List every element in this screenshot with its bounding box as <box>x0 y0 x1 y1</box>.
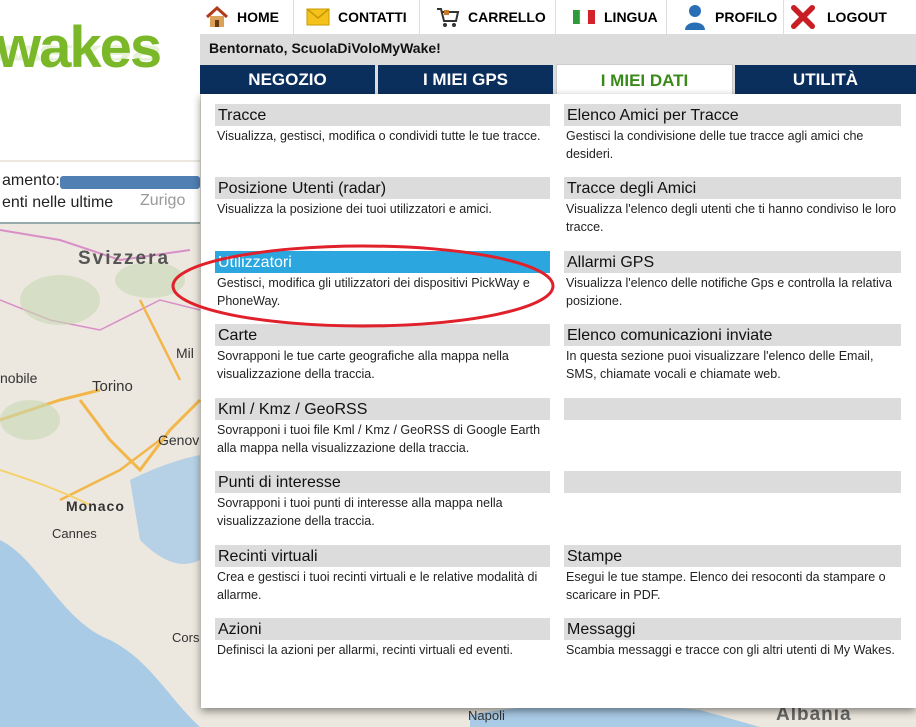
menu-item-azioni[interactable]: Azioni Definisci la azioni per allarmi, … <box>215 618 550 659</box>
nav-profilo-label: PROFILO <box>715 9 778 25</box>
map-label-monaco: Monaco <box>66 498 125 514</box>
nav-contatti-label: CONTATTI <box>338 9 407 25</box>
menu-item-elenco-amici[interactable]: Elenco Amici per Tracce Gestisci la cond… <box>564 104 901 163</box>
menu-item-title[interactable]: Stampe <box>564 545 901 567</box>
menu-item-stampe[interactable]: Stampe Esegui le tue stampe. Elenco dei … <box>564 545 901 604</box>
menu-item-desc: Gestisci la condivisione delle tue tracc… <box>566 129 864 161</box>
menu-item-desc: Definisci la azioni per allarmi, recinti… <box>217 643 513 657</box>
menu-item-desc: Scambia messaggi e tracce con gli altri … <box>566 643 895 657</box>
map-label-grenoble: nobile <box>0 370 38 386</box>
menu-item-title[interactable]: Elenco Amici per Tracce <box>564 104 901 126</box>
menu-item-tracce[interactable]: Tracce Visualizza, gestisci, modifica o … <box>215 104 550 145</box>
menu-item-desc: Visualizza l'elenco delle notifiche Gps … <box>566 276 892 308</box>
menu-item-desc: Visualizza, gestisci, modifica o condivi… <box>217 129 541 143</box>
menu-item-punti-interesse[interactable]: Punti di interesse Sovrapponi i tuoi pun… <box>215 471 550 530</box>
logo-reflection: wakes <box>0 39 161 72</box>
menu-item-title[interactable]: Utilizzatori <box>215 251 550 273</box>
envelope-icon <box>306 5 330 29</box>
nav-logout-label: LOGOUT <box>827 9 887 25</box>
menu-item-recinti-virtuali[interactable]: Recinti virtuali Crea e gestisci i tuoi … <box>215 545 550 604</box>
menu-item-desc: In questa sezione puoi visualizzare l'el… <box>566 349 874 381</box>
menu-item-desc: Gestisci, modifica gli utilizzatori dei … <box>217 276 530 308</box>
menu-item-messaggi[interactable]: Messaggi Scambia messaggi e tracce con g… <box>564 618 901 659</box>
nav-lingua[interactable]: LINGUA <box>555 0 682 34</box>
nav-lingua-label: LINGUA <box>604 9 658 25</box>
cart-icon <box>436 5 460 29</box>
menu-item-title[interactable]: Tracce degli Amici <box>564 177 901 199</box>
menu-item-desc: Visualizza la posizione dei tuoi utilizz… <box>217 202 492 216</box>
welcome-bar: Bentornato, ScuolaDiVoloMyWake! <box>200 34 916 64</box>
map-label-cannes: Cannes <box>52 526 97 541</box>
nav-carrello[interactable]: CARRELLO <box>419 0 571 34</box>
map-label-torino: Torino <box>92 378 133 395</box>
menu-item-utilizzatori[interactable]: Utilizzatori Gestisci, modifica gli util… <box>215 251 550 310</box>
tracking-label: amento: <box>2 172 60 189</box>
menu-item-title[interactable]: Recinti virtuali <box>215 545 550 567</box>
welcome-message: Bentornato, ScuolaDiVoloMyWake! <box>209 40 441 56</box>
menu-item-empty <box>564 471 901 493</box>
home-icon <box>205 5 229 29</box>
i-miei-dati-menu: Tracce Visualizza, gestisci, modifica o … <box>201 94 916 708</box>
map-label-napoli: Napoli <box>468 708 505 723</box>
nav-home[interactable]: HOME <box>200 0 297 34</box>
nav-logout[interactable]: LOGOUT <box>783 0 916 34</box>
menu-item-comunicazioni[interactable]: Elenco comunicazioni inviate In questa s… <box>564 324 901 383</box>
nav-contatti[interactable]: CONTATTI <box>293 0 431 34</box>
tab-negozio[interactable]: NEGOZIO <box>200 65 375 94</box>
menu-item-allarmi-gps[interactable]: Allarmi GPS Visualizza l'elenco delle no… <box>564 251 901 310</box>
menu-item-kml[interactable]: Kml / Kmz / GeoRSS Sovrapponi i tuoi fil… <box>215 398 550 457</box>
menu-item-title[interactable]: Kml / Kmz / GeoRSS <box>215 398 550 420</box>
map-ghost-label: Zurigo <box>140 192 186 209</box>
nav-carrello-label: CARRELLO <box>468 9 546 25</box>
menu-item-title[interactable]: Carte <box>215 324 550 346</box>
tab-i-miei-gps[interactable]: I MIEI GPS <box>378 65 553 94</box>
menu-item-title[interactable]: Azioni <box>215 618 550 640</box>
nav-profilo[interactable]: PROFILO <box>666 0 799 34</box>
menu-item-title[interactable]: Posizione Utenti (radar) <box>215 177 550 199</box>
menu-item-title[interactable]: Messaggi <box>564 618 901 640</box>
tracking-panel: amento: enti nelle ultime Zurigo <box>0 162 200 224</box>
menu-item-title[interactable]: Allarmi GPS <box>564 251 901 273</box>
menu-item-tracce-amici[interactable]: Tracce degli Amici Visualizza l'elenco d… <box>564 177 901 236</box>
user-icon <box>683 5 707 30</box>
menu-item-carte[interactable]: Carte Sovrapponi le tue carte geografich… <box>215 324 550 383</box>
tab-utilita[interactable]: UTILITÀ <box>735 65 916 94</box>
menu-item-desc: Crea e gestisci i tuoi recinti virtuali … <box>217 570 538 602</box>
map-label-corsica: Cors <box>172 630 200 645</box>
menu-item-desc: Sovrapponi i tuoi file Kml / Kmz / GeoRS… <box>217 423 541 455</box>
menu-item-desc: Visualizza l'elenco degli utenti che ti … <box>566 202 897 234</box>
map-label-genova: Genov <box>158 432 200 448</box>
menu-item-posizione-utenti[interactable]: Posizione Utenti (radar) Visualizza la p… <box>215 177 550 218</box>
close-icon <box>791 5 815 30</box>
top-navigation: HOME CONTATTI CARRELLO LINGUA PROFILO LO… <box>200 0 916 34</box>
menu-item-desc: Esegui le tue stampe. Elenco dei resocon… <box>566 570 886 602</box>
menu-item-desc: Sovrapponi le tue carte geografiche alla… <box>217 349 509 381</box>
menu-item-title[interactable]: Punti di interesse <box>215 471 550 493</box>
flag-italy-icon <box>572 5 596 29</box>
map-label-milano: Mil <box>176 345 194 361</box>
tracking-progress-bar <box>60 176 200 189</box>
tracking-users-label: enti nelle ultime <box>2 194 114 211</box>
main-tabs: NEGOZIO I MIEI GPS I MIEI DATI UTILITÀ <box>200 64 916 96</box>
menu-item-desc: Sovrapponi i tuoi punti di interesse all… <box>217 496 503 528</box>
menu-item-empty <box>564 398 901 420</box>
logo-area: wakes wakes <box>0 0 200 160</box>
map-label-svizzera: Svizzera <box>78 248 171 269</box>
menu-item-title[interactable]: Tracce <box>215 104 550 126</box>
nav-home-label: HOME <box>237 9 279 25</box>
tab-i-miei-dati[interactable]: I MIEI DATI <box>556 64 733 96</box>
menu-item-title[interactable]: Elenco comunicazioni inviate <box>564 324 901 346</box>
